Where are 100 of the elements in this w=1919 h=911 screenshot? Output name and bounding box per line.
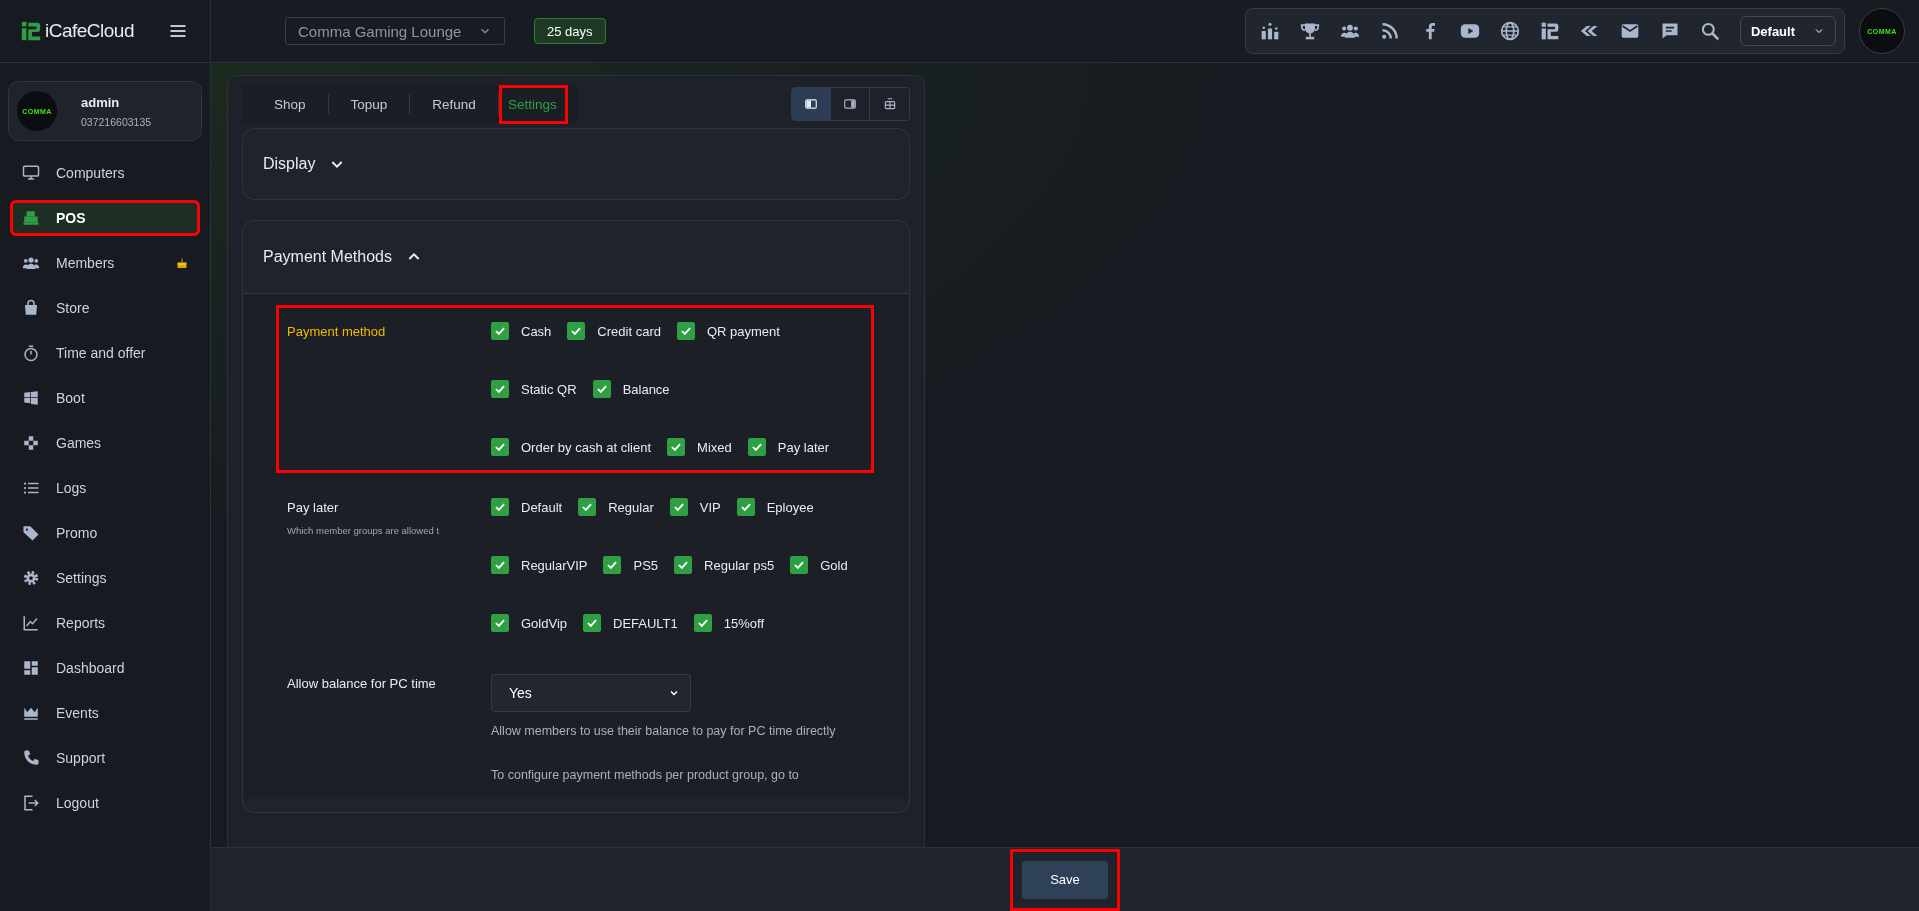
option-label: QR payment: [706, 323, 780, 339]
ranking-icon[interactable]: [1259, 21, 1280, 41]
nav-item[interactable]: Settings: [10, 560, 200, 596]
option-label: Eployee: [766, 499, 814, 515]
cash-register-icon: [22, 209, 40, 227]
store-select[interactable]: Comma Gaming Lounge: [285, 17, 505, 45]
checkbox[interactable]: [491, 380, 509, 398]
shopping-bag-icon: [22, 299, 40, 317]
grid-layout-icon: [882, 97, 897, 111]
people-icon: [22, 254, 40, 272]
field-label: Allow balance for PC time: [287, 676, 437, 691]
option-label: Balance: [622, 381, 670, 397]
checkbox[interactable]: [491, 438, 509, 456]
profile-select[interactable]: Default: [1739, 16, 1836, 46]
tab[interactable]: Shop: [252, 89, 328, 119]
option-label: GoldVip: [521, 615, 567, 631]
rss-icon[interactable]: [1379, 21, 1400, 41]
search-icon[interactable]: [1699, 21, 1720, 41]
note-text: To configure payment methods per product group, go to: [491, 767, 800, 784]
phone-icon: [22, 749, 40, 767]
trophy-icon[interactable]: [1299, 21, 1320, 41]
nav-item[interactable]: Members: [10, 245, 200, 281]
option-label: Gold: [820, 557, 848, 573]
nav-item[interactable]: Dashboard: [10, 650, 200, 686]
nav-item[interactable]: Time and offer: [10, 335, 200, 371]
nav-item[interactable]: Games: [10, 425, 200, 461]
user-name: admin: [81, 94, 121, 110]
checkbox[interactable]: [736, 498, 755, 516]
globe-icon[interactable]: [1499, 21, 1520, 41]
nav-item[interactable]: Reports: [10, 605, 200, 641]
logout-icon: [22, 794, 40, 812]
tab[interactable]: Topup: [328, 89, 410, 119]
nav-item[interactable]: Computers: [10, 155, 200, 191]
days-badge: 25 days: [534, 18, 606, 44]
option-label: Order by cash at client: [521, 439, 652, 455]
option-label: Static QR: [521, 381, 577, 397]
monitor-icon: [22, 164, 40, 182]
option-label: RegularVIP: [521, 557, 588, 573]
sidebar-right-icon: [843, 97, 857, 111]
user-phone: 037216603135: [81, 115, 152, 128]
section-title: Payment Methods: [263, 248, 392, 266]
stopwatch-icon: [22, 344, 40, 362]
field-hint: Which member groups are allowed t: [287, 525, 441, 536]
checkbox[interactable]: [603, 556, 622, 574]
mail-icon[interactable]: [1619, 21, 1640, 41]
sidebar-left-icon: [804, 97, 818, 111]
option-label: Regular: [608, 499, 654, 515]
checkbox[interactable]: [747, 438, 766, 456]
option-label: VIP: [699, 499, 721, 515]
checkbox[interactable]: [693, 614, 712, 632]
checkbox[interactable]: [578, 498, 597, 516]
nav-item[interactable]: Promo: [10, 515, 200, 551]
option-label: Pay later: [777, 439, 830, 455]
option-label: Default: [521, 499, 563, 515]
option-label: Regular ps5: [704, 557, 775, 573]
help-text: Allow members to use their balance to pay for PC time directly: [491, 723, 837, 740]
option-label: DEFAULT1: [613, 615, 678, 631]
chat-icon[interactable]: [1659, 21, 1680, 41]
checkbox[interactable]: [790, 556, 809, 574]
dashboard-icon: [22, 659, 40, 677]
option-label: Cash: [521, 323, 552, 339]
field-label: Pay later: [287, 500, 340, 515]
tab[interactable]: Refund: [410, 89, 498, 119]
checkbox[interactable]: [567, 322, 586, 340]
option-label: PS5: [633, 557, 659, 573]
checkbox[interactable]: [674, 556, 693, 574]
nav-item[interactable]: Support: [10, 740, 200, 776]
section-title: Display: [263, 155, 316, 173]
save-button[interactable]: Save: [1022, 860, 1108, 899]
nav-item[interactable]: Events: [10, 695, 200, 731]
tab[interactable]: Settings: [501, 87, 565, 121]
gamepad-icon: [22, 434, 40, 452]
checkbox[interactable]: [676, 322, 695, 340]
tag-icon: [22, 524, 40, 542]
checkbox[interactable]: [491, 614, 509, 632]
nav-item[interactable]: Store: [10, 290, 200, 326]
checkbox[interactable]: [491, 498, 509, 516]
logo-icon: [20, 20, 42, 42]
nav-item[interactable]: Logout: [10, 785, 200, 821]
brand-name: iCafeCloud: [45, 20, 134, 42]
checkbox[interactable]: [667, 438, 686, 456]
section-header[interactable]: Display: [243, 129, 909, 199]
option-label: Mixed: [697, 439, 732, 455]
chart-icon: [22, 614, 40, 632]
layout-button[interactable]: [792, 88, 831, 120]
nav-item[interactable]: Boot: [10, 380, 200, 416]
windows-icon: [22, 389, 40, 407]
logo-icon[interactable]: [1539, 21, 1560, 41]
nav-item[interactable]: Logs: [10, 470, 200, 506]
checkbox[interactable]: [669, 498, 688, 516]
settings-icon: [22, 569, 40, 587]
checkbox[interactable]: [491, 322, 509, 340]
play-icon[interactable]: [1459, 21, 1480, 41]
balance-select[interactable]: Yes: [491, 674, 691, 712]
checkbox[interactable]: [491, 556, 509, 574]
checkbox[interactable]: [592, 380, 611, 398]
checkbox[interactable]: [583, 614, 601, 632]
field-label: Payment method: [287, 324, 387, 339]
nav-item[interactable]: POS: [10, 200, 200, 236]
option-label: 15%off: [723, 615, 765, 631]
